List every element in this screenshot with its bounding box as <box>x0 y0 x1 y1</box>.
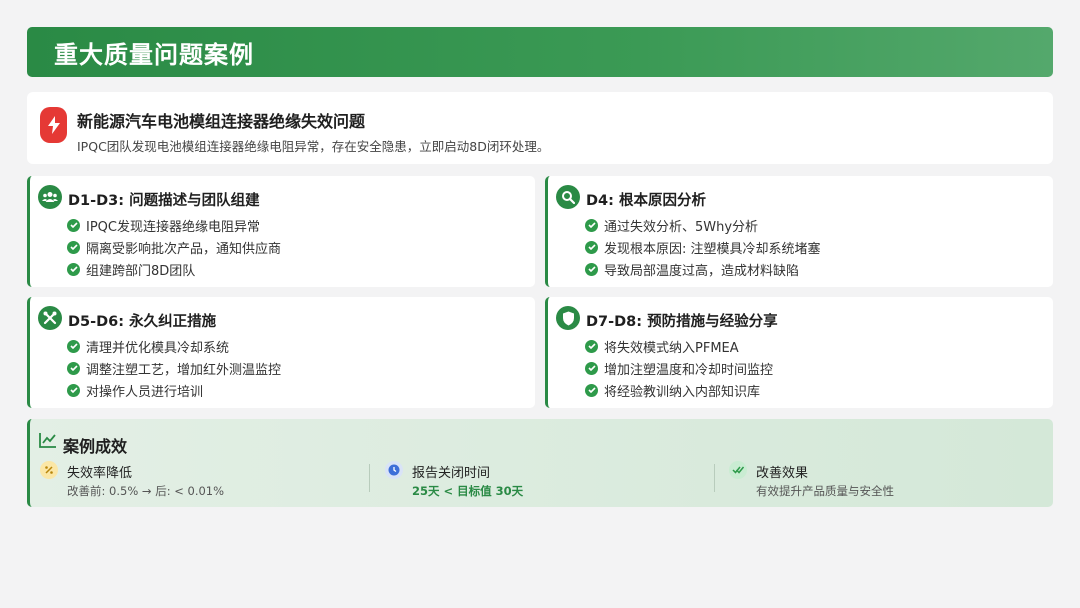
double-check-icon <box>729 461 747 479</box>
list-item-text: 清理并优化模具冷却系统 <box>86 340 230 356</box>
list-item: 对操作人员进行培训 <box>67 379 281 401</box>
step-item-list: 通过失效分析、5Why分析 发现根本原因: 注塑模具冷却系统堵塞 导致局部温度过… <box>585 214 821 280</box>
check-circle-icon <box>585 218 598 232</box>
list-item-text: 将经验教训纳入内部知识库 <box>604 384 761 400</box>
check-circle-icon <box>67 361 80 375</box>
step-item-list: IPQC发现连接器绝缘电阻异常 隔离受影响批次产品，通知供应商 组建跨部门8D团… <box>67 214 281 280</box>
list-item-text: 将失效模式纳入PFMEA <box>604 340 739 356</box>
list-item: IPQC发现连接器绝缘电阻异常 <box>67 214 281 236</box>
list-item: 增加注塑温度和冷却时间监控 <box>585 357 773 379</box>
case-description: IPQC团队发现电池模组连接器绝缘电阻异常，存在安全隐患，立即启动8D闭环处理。 <box>77 139 550 154</box>
metric-label: 改善效果 <box>756 466 809 481</box>
check-circle-icon <box>67 262 80 276</box>
case-summary-card: 新能源汽车电池模组连接器绝缘失效问题 IPQC团队发现电池模组连接器绝缘电阻异常… <box>27 92 1053 164</box>
check-circle-icon <box>585 339 598 353</box>
step-item-list: 清理并优化模具冷却系统 调整注塑工艺，增加红外测温监控 对操作人员进行培训 <box>67 335 281 401</box>
list-item-text: 增加注塑温度和冷却时间监控 <box>604 362 774 378</box>
percent-icon <box>40 461 58 479</box>
clock-icon <box>385 461 403 479</box>
list-item: 将失效模式纳入PFMEA <box>585 335 773 357</box>
results-title: 案例成效 <box>63 437 128 456</box>
metric-label: 报告关闭时间 <box>412 466 491 481</box>
step-title: D1-D3: 问题描述与团队组建 <box>68 193 260 209</box>
list-item: 组建跨部门8D团队 <box>67 258 281 280</box>
results-panel: 案例成效 失效率降低 改善前: 0.5% → 后: < 0.01% 报告关闭时间… <box>27 419 1053 507</box>
magnifier-icon <box>556 185 580 209</box>
list-item: 清理并优化模具冷却系统 <box>67 335 281 357</box>
step-card-d1-d3: D1-D3: 问题描述与团队组建 IPQC发现连接器绝缘电阻异常 隔离受影响批次… <box>27 176 535 287</box>
step-title: D7-D8: 预防措施与经验分享 <box>586 314 778 330</box>
step-card-d7-d8: D7-D8: 预防措施与经验分享 将失效模式纳入PFMEA 增加注塑温度和冷却时… <box>545 297 1053 408</box>
check-circle-icon <box>67 240 80 254</box>
list-item-text: 发现根本原因: 注塑模具冷却系统堵塞 <box>604 241 821 257</box>
check-circle-icon <box>585 262 598 276</box>
divider <box>714 464 715 492</box>
list-item-text: 通过失效分析、5Why分析 <box>604 219 759 235</box>
list-item-text: 调整注塑工艺，增加红外测温监控 <box>86 362 282 378</box>
check-circle-icon <box>67 383 80 397</box>
title-bar: 重大质量问题案例 <box>27 27 1053 77</box>
case-title: 新能源汽车电池模组连接器绝缘失效问题 <box>77 112 366 131</box>
list-item-text: 组建跨部门8D团队 <box>86 263 196 279</box>
check-circle-icon <box>585 383 598 397</box>
tools-icon <box>38 306 62 330</box>
step-item-list: 将失效模式纳入PFMEA 增加注塑温度和冷却时间监控 将经验教训纳入内部知识库 <box>585 335 773 401</box>
check-circle-icon <box>67 218 80 232</box>
step-title: D4: 根本原因分析 <box>586 193 706 209</box>
step-title: D5-D6: 永久纠正措施 <box>68 314 217 330</box>
list-item-text: 对操作人员进行培训 <box>86 384 204 400</box>
shield-icon <box>556 306 580 330</box>
list-item: 导致局部温度过高，造成材料缺陷 <box>585 258 821 280</box>
list-item-text: IPQC发现连接器绝缘电阻异常 <box>86 219 260 235</box>
step-card-d4: D4: 根本原因分析 通过失效分析、5Why分析 发现根本原因: 注塑模具冷却系… <box>545 176 1053 287</box>
list-item: 调整注塑工艺，增加红外测温监控 <box>67 357 281 379</box>
page-title: 重大质量问题案例 <box>54 40 254 69</box>
list-item: 隔离受影响批次产品，通知供应商 <box>67 236 281 258</box>
list-item-text: 导致局部温度过高，造成材料缺陷 <box>604 263 800 279</box>
list-item-text: 隔离受影响批次产品，通知供应商 <box>86 241 282 257</box>
step-card-d5-d6: D5-D6: 永久纠正措施 清理并优化模具冷却系统 调整注塑工艺，增加红外测温监… <box>27 297 535 408</box>
check-circle-icon <box>585 361 598 375</box>
team-icon <box>38 185 62 209</box>
trend-chart-icon <box>39 432 57 452</box>
lightning-bolt-icon <box>40 107 67 143</box>
divider <box>369 464 370 492</box>
check-circle-icon <box>67 339 80 353</box>
list-item: 将经验教训纳入内部知识库 <box>585 379 773 401</box>
list-item: 发现根本原因: 注塑模具冷却系统堵塞 <box>585 236 821 258</box>
check-circle-icon <box>585 240 598 254</box>
metric-value: 有效提升产品质量与安全性 <box>756 484 894 498</box>
metric-value: 改善前: 0.5% → 后: < 0.01% <box>67 484 225 498</box>
metric-label: 失效率降低 <box>67 466 133 481</box>
metric-value: 25天 < 目标值 30天 <box>412 484 524 498</box>
list-item: 通过失效分析、5Why分析 <box>585 214 821 236</box>
